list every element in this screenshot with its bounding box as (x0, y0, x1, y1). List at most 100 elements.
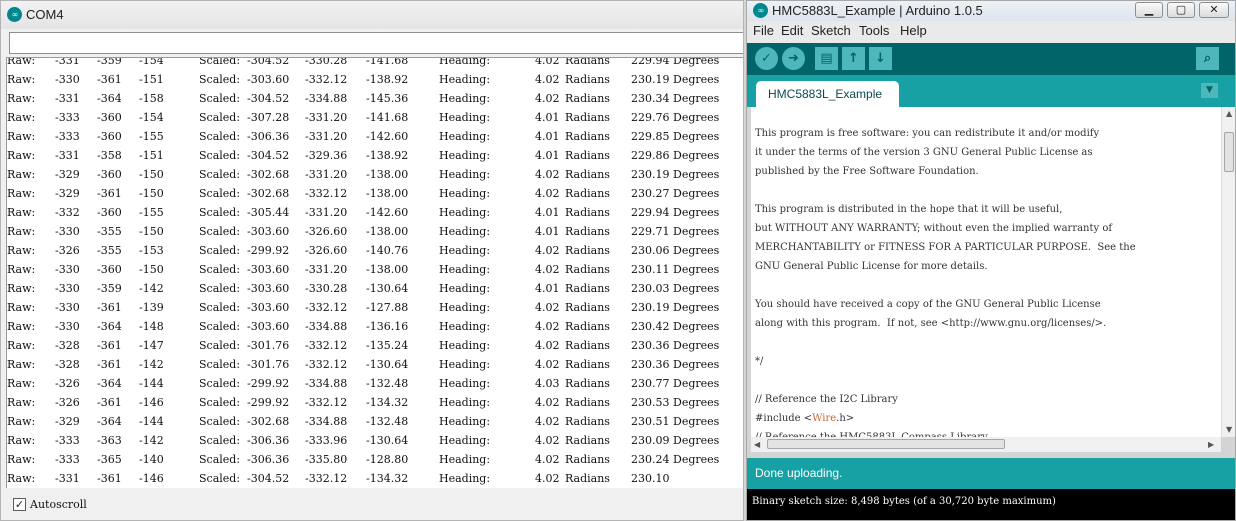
serial-cell: -128.80 (366, 453, 409, 466)
serial-cell: Raw: (7, 149, 36, 162)
serial-cell: Raw: (7, 225, 36, 238)
serial-cell: -333 (55, 111, 80, 124)
serial-cell: Radians (565, 320, 610, 333)
serial-cell: -332.12 (305, 187, 348, 200)
serial-cell: Raw: (7, 282, 36, 295)
serial-cell: -146 (139, 396, 164, 409)
ide-toolbar: ✓ ➜ ▤ ↑ ↓ ⌕ (747, 43, 1235, 75)
arduino-logo-icon: ∞ (7, 7, 22, 22)
scroll-right-icon[interactable]: ▶ (1208, 440, 1214, 449)
serial-cell: Radians (565, 92, 610, 105)
serial-cell: Degrees (673, 187, 720, 200)
serial-cell: -334.88 (305, 415, 348, 428)
menu-help[interactable]: Help (900, 23, 927, 38)
serial-cell: -361 (97, 301, 122, 314)
serial-cell: -141.68 (366, 57, 409, 67)
serial-cell: -355 (97, 244, 122, 257)
serial-cell: Radians (565, 472, 610, 485)
menu-tools[interactable]: Tools (859, 23, 889, 38)
serial-cell: -330.28 (305, 282, 348, 295)
new-icon[interactable]: ▤ (815, 47, 838, 70)
serial-cell: -130.64 (366, 282, 409, 295)
serial-cell: -332.12 (305, 472, 348, 485)
serial-cell: -144 (139, 377, 164, 390)
serial-cell: Heading: (439, 263, 491, 276)
serial-cell: Degrees (673, 282, 720, 295)
minimize-icon[interactable]: ▁ (1135, 2, 1163, 18)
serial-cell: -138.00 (366, 168, 409, 181)
menu-bar: File Edit Sketch Tools Help (747, 21, 1235, 43)
serial-monitor-title: COM4 (26, 7, 64, 22)
close-icon[interactable]: ✕ (1199, 2, 1229, 18)
menu-edit[interactable]: Edit (781, 23, 803, 38)
serial-cell: -332 (55, 206, 80, 219)
serial-line: Raw: -330 -364 -148 Scaled: -303.60 -334.88 -13… (7, 317, 743, 336)
save-icon[interactable]: ↓ (869, 47, 892, 70)
serial-cell: Raw: (7, 130, 36, 143)
verify-icon[interactable]: ✓ (755, 47, 778, 70)
maximize-icon[interactable]: ▢ (1167, 2, 1195, 18)
code-line: published by the Free Software Foundatio… (755, 166, 979, 177)
serial-cell: -361 (97, 73, 122, 86)
serial-output-area[interactable]: Raw: -331 -359 -154 Scaled: -304.52 -330.28 -14… (6, 57, 743, 488)
status-bar: Done uploading. (747, 458, 1235, 489)
output-console[interactable]: Binary sketch size: 8,498 bytes (of a 30… (747, 489, 1235, 520)
serial-cell: 4.02 (535, 73, 560, 86)
editor-horizontal-scrollbar[interactable]: ◀ ▶ (751, 437, 1221, 452)
serial-cell: -359 (97, 57, 122, 67)
serial-cell: -145.36 (366, 92, 409, 105)
upload-icon[interactable]: ➜ (782, 47, 805, 70)
serial-cell: Radians (565, 377, 610, 390)
menu-file[interactable]: File (753, 23, 774, 38)
serial-cell: 4.03 (535, 377, 560, 390)
serial-cell: Degrees (673, 149, 720, 162)
serial-monitor-icon[interactable]: ⌕ (1196, 47, 1219, 70)
serial-cell: -299.92 (247, 396, 290, 409)
scroll-up-icon[interactable]: ▲ (1226, 109, 1232, 118)
serial-cell: Degrees (673, 168, 720, 181)
serial-send-input[interactable] (9, 32, 743, 54)
serial-cell: Radians (565, 396, 610, 409)
code-line: // Reference the I2C Library (755, 394, 898, 405)
vertical-scroll-thumb[interactable] (1224, 132, 1234, 172)
code-editor[interactable]: This program is free software: you can r… (751, 107, 1221, 437)
serial-cell: -302.68 (247, 187, 290, 200)
serial-cell: -302.68 (247, 168, 290, 181)
serial-cell: Scaled: (199, 396, 241, 409)
serial-cell: -361 (97, 339, 122, 352)
ide-titlebar[interactable]: ∞ HMC5883L_Example | Arduino 1.0.5 ▁ ▢ ✕ (747, 1, 1235, 21)
editor-vertical-scrollbar[interactable]: ▲ ▼ (1221, 107, 1235, 437)
serial-cell: -302.68 (247, 415, 290, 428)
serial-cell: -142.60 (366, 130, 409, 143)
serial-line: Raw: -326 -364 -144 Scaled: -299.92 -334.88 -13… (7, 374, 743, 393)
serial-cell: 4.02 (535, 57, 560, 67)
scroll-left-icon[interactable]: ◀ (754, 440, 760, 449)
serial-cell: Heading: (439, 472, 491, 485)
serial-cell: -360 (97, 111, 122, 124)
serial-cell: Degrees (673, 339, 720, 352)
tab-menu-chevron-down-icon[interactable]: ▼ (1201, 83, 1218, 98)
serial-cell: 230.10 (631, 472, 670, 485)
serial-cell: -142 (139, 358, 164, 371)
serial-cell: Radians (565, 358, 610, 371)
open-icon[interactable]: ↑ (842, 47, 865, 70)
serial-cell: -144 (139, 415, 164, 428)
serial-cell: Radians (565, 130, 610, 143)
autoscroll-checkbox[interactable]: ✓ (13, 498, 26, 511)
serial-monitor-titlebar[interactable]: ∞ COM4 (1, 1, 743, 29)
tab-hmc5883l-example[interactable]: HMC5883L_Example (756, 81, 899, 107)
serial-cell: -332.12 (305, 301, 348, 314)
serial-cell: -304.52 (247, 472, 290, 485)
arduino-logo-icon: ∞ (753, 3, 768, 18)
horizontal-scroll-thumb[interactable] (767, 439, 1005, 449)
serial-cell: -158 (139, 92, 164, 105)
serial-cell: Degrees (673, 434, 720, 447)
serial-cell: Raw: (7, 111, 36, 124)
serial-cell: Heading: (439, 453, 491, 466)
menu-sketch[interactable]: Sketch (811, 23, 851, 38)
serial-cell: -328 (55, 358, 80, 371)
ide-window-title: HMC5883L_Example | Arduino 1.0.5 (772, 3, 983, 18)
serial-cell: -138.92 (366, 73, 409, 86)
serial-cell: -326.60 (305, 244, 348, 257)
scroll-down-icon[interactable]: ▼ (1226, 425, 1232, 434)
